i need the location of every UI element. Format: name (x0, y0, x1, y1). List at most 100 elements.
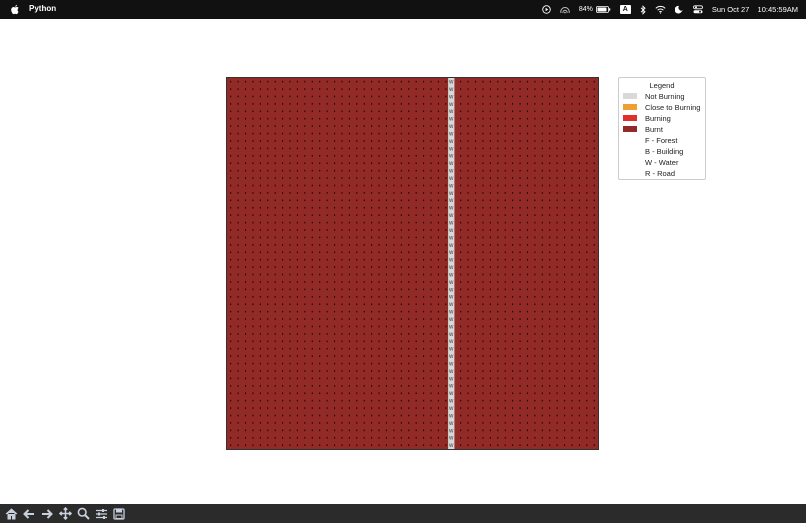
cell-marker (356, 377, 358, 380)
back-button[interactable] (20, 505, 38, 522)
cell-marker (571, 236, 573, 239)
cell-marker (348, 199, 350, 202)
cell-marker (519, 236, 521, 239)
cell-marker (571, 258, 573, 261)
do-not-disturb-moon-icon[interactable] (674, 5, 684, 14)
cell-marker (445, 117, 447, 120)
play-circle-icon[interactable] (542, 5, 551, 14)
cell-marker (474, 80, 477, 83)
cell-marker (319, 125, 321, 127)
cell-marker (296, 155, 298, 157)
cell-marker (482, 414, 484, 417)
cell-marker (512, 407, 514, 409)
cell-marker (296, 436, 298, 439)
cell-marker (460, 103, 462, 105)
forward-button[interactable] (38, 505, 56, 522)
cell-marker (326, 288, 328, 291)
cell-marker (474, 251, 477, 254)
cell-marker (252, 362, 254, 365)
cell-marker (578, 414, 580, 417)
cell-marker (371, 88, 373, 90)
cell-marker (423, 288, 425, 291)
cell-marker (311, 362, 313, 365)
control-center-icon[interactable] (692, 5, 703, 14)
cell-marker (541, 422, 543, 424)
cell-marker (430, 229, 432, 231)
cell-marker (341, 281, 343, 283)
cell-marker (378, 214, 380, 216)
cell-marker (296, 429, 298, 432)
cell-marker (244, 95, 247, 98)
cell-marker (415, 273, 417, 276)
cell-marker (356, 281, 358, 283)
cell-marker (497, 95, 499, 98)
cell-marker (274, 147, 276, 150)
cell-marker (430, 221, 432, 224)
wifi-icon[interactable] (655, 5, 666, 14)
save-button[interactable] (110, 505, 128, 522)
cell-marker (489, 333, 491, 335)
cell-marker (593, 422, 595, 424)
cell-marker (333, 266, 336, 268)
cell-marker (356, 414, 358, 417)
water-cell-label: W (449, 324, 454, 330)
cell-marker (474, 125, 477, 127)
cell-marker (267, 429, 269, 432)
zoom-button[interactable] (74, 505, 92, 522)
cell-marker (371, 251, 373, 254)
cell-marker (341, 414, 343, 417)
cell-marker (586, 244, 588, 246)
cell-marker (437, 288, 439, 291)
cell-marker (296, 184, 298, 187)
cell-marker (437, 392, 439, 395)
apple-logo-icon[interactable] (10, 4, 20, 15)
pan-icon (58, 507, 72, 520)
cell-marker (289, 132, 291, 135)
cell-marker (259, 429, 261, 432)
cell-marker (363, 140, 365, 142)
battery-status[interactable]: 84% (579, 6, 611, 13)
cell-marker (348, 399, 350, 402)
cell-marker (356, 392, 358, 395)
cell-marker (393, 318, 395, 320)
cell-marker (578, 370, 580, 372)
bluetooth-icon[interactable] (640, 4, 646, 15)
cell-marker (549, 221, 551, 224)
cell-marker (393, 444, 395, 446)
cell-marker (319, 370, 321, 372)
cell-marker (400, 340, 402, 343)
cell-marker (400, 192, 402, 194)
cell-marker (571, 340, 573, 343)
cell-marker (267, 169, 269, 172)
cell-marker (519, 244, 521, 246)
cell-marker (356, 132, 358, 135)
cell-marker (333, 385, 336, 387)
cell-marker (356, 140, 358, 142)
cell-marker (474, 288, 477, 291)
cell-marker (526, 103, 529, 105)
cell-marker (267, 244, 269, 246)
cell-marker (541, 318, 543, 320)
cell-marker (482, 399, 484, 402)
input-source-icon[interactable]: A (619, 5, 631, 14)
home-button[interactable] (2, 505, 20, 522)
configure-subplots-button[interactable] (92, 505, 110, 522)
cell-marker (363, 436, 365, 439)
cell-marker (571, 125, 573, 127)
cell-marker (230, 347, 232, 350)
cell-marker (482, 169, 484, 172)
cell-marker (578, 132, 580, 135)
cell-marker (230, 399, 232, 402)
cell-marker (564, 206, 566, 209)
clock[interactable]: Sun Oct 27 10:45:59AM (712, 5, 798, 14)
cell-marker (267, 110, 269, 113)
app-name[interactable]: Python (29, 4, 56, 13)
airdrop-icon[interactable] (560, 5, 570, 14)
cell-marker (371, 392, 373, 395)
cell-marker (586, 370, 588, 372)
cell-marker (564, 295, 566, 298)
water-cell-label: W (449, 413, 454, 419)
cell-marker (267, 444, 269, 446)
cell-marker (259, 103, 261, 105)
pan-button[interactable] (56, 505, 74, 522)
